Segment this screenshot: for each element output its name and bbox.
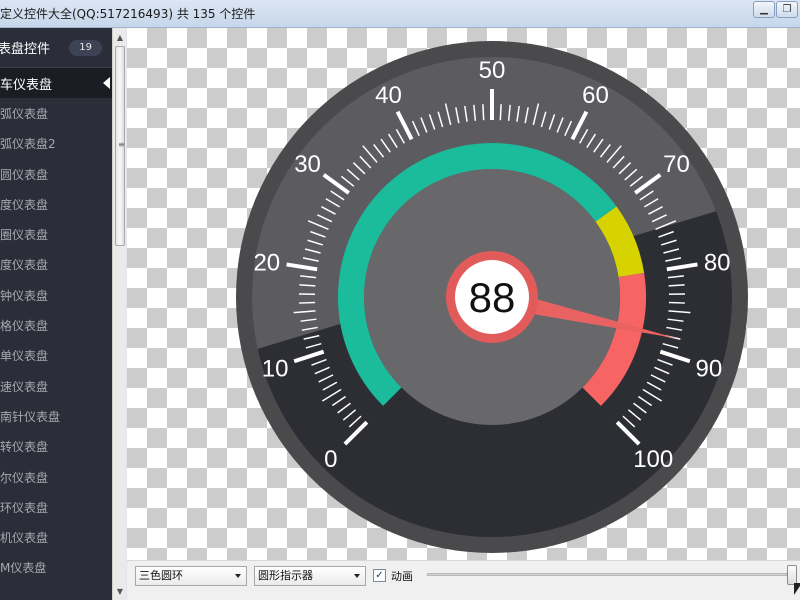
scale-label: 10 xyxy=(262,355,289,382)
scale-tick xyxy=(299,301,316,304)
scale-label: 100 xyxy=(633,446,673,473)
car-gauge: 0 10 20 30 40 50 60 70 80 90 100 88 xyxy=(236,41,748,553)
scroll-thumb[interactable]: ≡ xyxy=(115,46,125,246)
sidebar-group-label: 表盘控件 xyxy=(0,42,51,57)
sidebar-item-label: M仪表盘 xyxy=(0,561,47,576)
sidebar-item-label: 度仪表盘 xyxy=(0,258,49,273)
sidebar-item-label: 圈仪表盘 xyxy=(0,228,49,243)
scale-label: 90 xyxy=(695,355,722,382)
animation-checkbox[interactable]: ✓ xyxy=(373,569,386,582)
gauge-canvas: 0 10 20 30 40 50 60 70 80 90 100 88 xyxy=(127,28,800,560)
sidebar-item-label: 车仪表盘 xyxy=(0,77,53,93)
sidebar-item[interactable]: 尔仪表盘 xyxy=(0,462,112,492)
ring-style-select[interactable]: 三色圆环 xyxy=(135,566,247,586)
sidebar-item-label: 机仪表盘 xyxy=(0,531,49,546)
value-slider-track[interactable] xyxy=(427,573,787,576)
sidebar-item-label: 尔仪表盘 xyxy=(0,470,49,485)
window-buttons: ▁ ❐ xyxy=(752,1,798,18)
scale-tick xyxy=(668,301,685,304)
title-bar: 定义控件大全(QQ:517216493) 共 135 个控件 ▁ ❐ xyxy=(0,0,800,28)
sidebar: 表盘控件 19 车仪表盘 弧仪表盘 弧仪表盘2 圆仪表盘 度仪表盘 圈仪表盘 度仪表盘 钟仪表… xyxy=(0,28,112,600)
pointer-style-select[interactable]: 圆形指示器 xyxy=(254,566,366,586)
window-title: 定义控件大全(QQ:517216493) 共 135 个控件 xyxy=(0,7,256,21)
scale-label: 60 xyxy=(582,82,609,109)
mouse-cursor-icon xyxy=(794,583,800,595)
scale-label: 0 xyxy=(324,446,337,473)
sidebar-item[interactable]: 单仪表盘 xyxy=(0,341,112,371)
gauge-value: 88 xyxy=(469,274,516,321)
sidebar-header[interactable]: 表盘控件 19 xyxy=(0,28,112,68)
scale-tick xyxy=(668,284,685,287)
sidebar-item-label: 速仪表盘 xyxy=(0,379,49,394)
scroll-down-icon[interactable]: ▼ xyxy=(113,584,127,598)
animation-label: 动画 xyxy=(391,570,413,583)
chevron-down-icon xyxy=(235,574,241,578)
ring-style-value: 三色圆环 xyxy=(139,569,183,582)
sidebar-item[interactable]: M仪表盘 xyxy=(0,553,112,583)
sidebar-item[interactable]: 环仪表盘 xyxy=(0,492,112,522)
sidebar-item-label: 转仪表盘 xyxy=(0,440,49,455)
restore-icon[interactable]: ❐ xyxy=(776,1,798,18)
count-badge: 19 xyxy=(69,39,102,56)
sidebar-item-label: 弧仪表盘2 xyxy=(0,137,56,152)
sidebar-item-label: 圆仪表盘 xyxy=(0,167,49,182)
scale-label: 80 xyxy=(704,249,731,276)
sidebar-item[interactable]: 度仪表盘 xyxy=(0,250,112,280)
sidebar-item[interactable]: 度仪表盘 xyxy=(0,189,112,219)
scale-tick xyxy=(299,284,316,287)
sidebar-item[interactable]: 弧仪表盘2 xyxy=(0,129,112,159)
sidebar-scrollbar[interactable]: ▲ ≡ ▼ xyxy=(112,28,126,600)
scale-label: 70 xyxy=(663,151,690,178)
sidebar-item[interactable]: 弧仪表盘 xyxy=(0,98,112,128)
scroll-up-icon[interactable]: ▲ xyxy=(113,30,127,44)
sidebar-item-label: 钟仪表盘 xyxy=(0,288,49,303)
sidebar-item[interactable]: 圈仪表盘 xyxy=(0,219,112,249)
sidebar-item[interactable]: 南针仪表盘 xyxy=(0,401,112,431)
scale-label: 30 xyxy=(294,151,321,178)
sidebar-item[interactable]: 钟仪表盘 xyxy=(0,280,112,310)
pointer-style-value: 圆形指示器 xyxy=(258,569,313,582)
sidebar-item[interactable]: 机仪表盘 xyxy=(0,522,112,552)
sidebar-item[interactable]: 车仪表盘 xyxy=(0,68,112,99)
sidebar-item[interactable]: 圆仪表盘 xyxy=(0,159,112,189)
scale-tick xyxy=(482,104,485,121)
sidebar-item-label: 单仪表盘 xyxy=(0,349,49,364)
sidebar-item[interactable]: 格仪表盘 xyxy=(0,310,112,340)
sidebar-item-label: 弧仪表盘 xyxy=(0,106,49,121)
sidebar-item-label: 格仪表盘 xyxy=(0,319,49,334)
scale-label: 20 xyxy=(253,249,280,276)
sidebar-item-label: 度仪表盘 xyxy=(0,197,49,212)
scale-label: 50 xyxy=(479,57,506,84)
sidebar-list: 车仪表盘 弧仪表盘 弧仪表盘2 圆仪表盘 度仪表盘 圈仪表盘 度仪表盘 钟仪表盘 格仪表盘 单仪表… xyxy=(0,68,112,583)
sidebar-item[interactable]: 速仪表盘 xyxy=(0,371,112,401)
sidebar-item-label: 环仪表盘 xyxy=(0,500,49,515)
scale-tick xyxy=(499,104,502,121)
minimize-icon[interactable]: ▁ xyxy=(753,1,775,18)
bottom-toolbar: 三色圆环 圆形指示器 ✓ 动画 xyxy=(127,560,800,600)
scale-label: 40 xyxy=(375,82,402,109)
value-slider-thumb[interactable] xyxy=(787,565,797,585)
grip-icon: ≡ xyxy=(118,140,125,149)
chevron-down-icon xyxy=(354,574,360,578)
sidebar-item[interactable]: 转仪表盘 xyxy=(0,432,112,462)
sidebar-item-label: 南针仪表盘 xyxy=(0,409,61,424)
